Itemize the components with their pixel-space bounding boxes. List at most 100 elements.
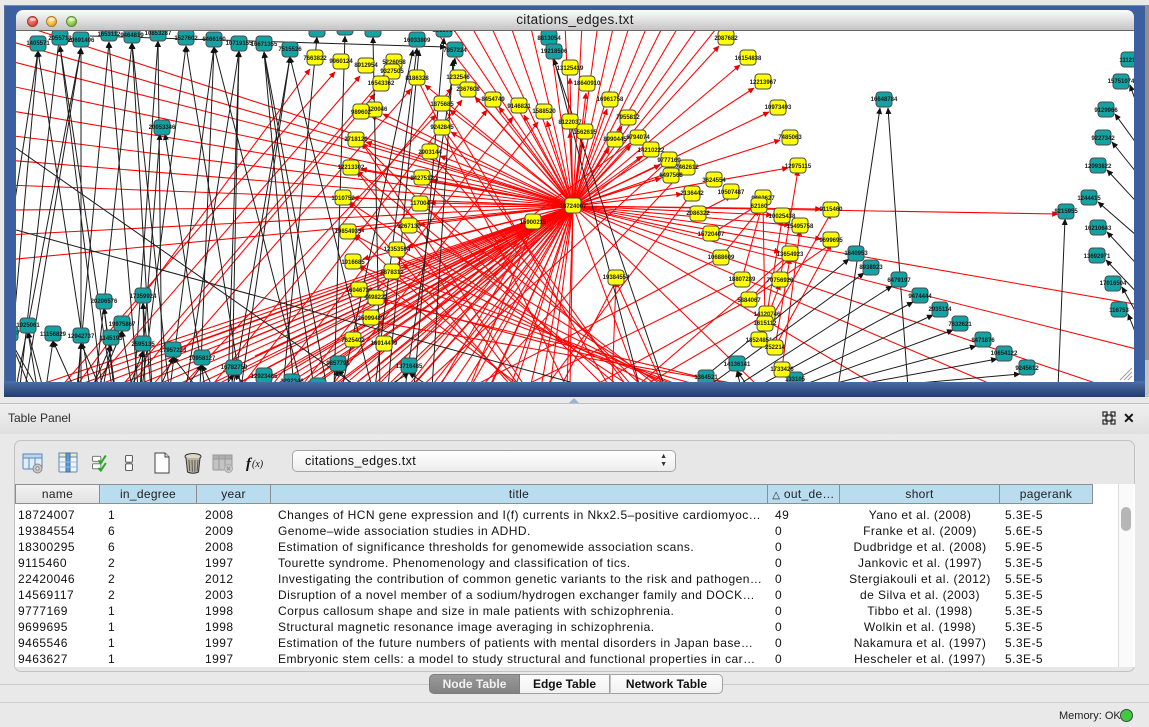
svg-text:2903144: 2903144 — [418, 150, 442, 156]
svg-text:6497568: 6497568 — [659, 173, 683, 179]
svg-text:1244415: 1244415 — [1077, 196, 1101, 202]
svg-text:10025438: 10025438 — [769, 214, 796, 220]
svg-text:12213967: 12213967 — [750, 80, 777, 86]
svg-text:8813054: 8813054 — [432, 31, 456, 34]
svg-text:14210222: 14210222 — [638, 148, 665, 154]
svg-text:5884067: 5884067 — [737, 298, 761, 304]
svg-text:133105: 133105 — [785, 377, 806, 382]
svg-text:70756928: 70756928 — [767, 278, 794, 284]
svg-text:20206576: 20206576 — [91, 299, 118, 305]
svg-text:3267130: 3267130 — [397, 224, 421, 230]
svg-text:16914479: 16914479 — [371, 341, 398, 347]
svg-text:19384554: 19384554 — [603, 275, 630, 281]
svg-text:7632621: 7632621 — [948, 322, 972, 328]
svg-text:12213302: 12213302 — [338, 165, 365, 171]
svg-text:9129966: 9129966 — [1094, 108, 1118, 114]
svg-text:7625402: 7625402 — [341, 338, 365, 344]
svg-text:16033809: 16033809 — [404, 38, 431, 44]
svg-text:1588520: 1588520 — [532, 109, 556, 115]
svg-text:2086322: 2086322 — [686, 211, 710, 217]
svg-text:8215955: 8215955 — [1054, 209, 1078, 215]
svg-text:14136141: 14136141 — [724, 362, 751, 368]
svg-text:(x): (x) — [252, 459, 264, 470]
svg-text:9242845: 9242845 — [430, 125, 454, 131]
svg-text:10507487: 10507487 — [718, 190, 745, 196]
svg-text:252214: 252214 — [765, 345, 786, 351]
svg-text:1653112: 1653112 — [97, 32, 121, 38]
svg-text:9146821: 9146821 — [507, 104, 531, 110]
svg-text:3624554: 3624554 — [702, 178, 726, 184]
svg-text:19854935: 19854935 — [335, 229, 362, 235]
svg-text:11156829: 11156829 — [40, 332, 67, 338]
svg-text:13716485: 13716485 — [396, 364, 423, 370]
svg-text:17016504: 17016504 — [1100, 281, 1127, 287]
svg-text:4498222: 4498222 — [364, 295, 388, 301]
svg-text:1562615: 1562615 — [573, 130, 597, 136]
svg-text:15495758: 15495758 — [787, 224, 814, 230]
svg-text:111216: 111216 — [1119, 58, 1134, 64]
svg-text:16648784: 16648784 — [871, 97, 898, 103]
svg-text:1916685: 1916685 — [341, 260, 365, 266]
svg-text:9131548: 9131548 — [305, 31, 329, 33]
svg-text:391537: 391537 — [16, 331, 21, 337]
svg-text:16210643: 16210643 — [1085, 226, 1112, 232]
svg-text:16936606: 16936606 — [360, 31, 387, 33]
svg-text:10958127: 10958127 — [189, 356, 216, 362]
svg-text:8813054: 8813054 — [537, 36, 561, 42]
svg-text:15751074: 15751074 — [1108, 79, 1134, 85]
svg-text:18640910: 18640910 — [574, 81, 601, 87]
svg-text:12923465: 12923465 — [251, 374, 278, 380]
svg-text:10853287: 10853287 — [145, 31, 172, 37]
svg-text:1405571: 1405571 — [26, 41, 50, 47]
svg-text:1875685: 1875685 — [430, 102, 454, 108]
svg-text:9960124: 9960124 — [329, 59, 353, 65]
svg-text:18807289: 18807289 — [729, 277, 756, 283]
svg-text:7515526: 7515526 — [278, 47, 302, 53]
svg-text:19975867: 19975867 — [109, 322, 136, 328]
svg-text:16671355: 16671355 — [251, 42, 278, 48]
svg-text:16543362: 16543362 — [368, 81, 395, 87]
svg-text:1527602: 1527602 — [174, 36, 198, 42]
svg-text:9327505: 9327505 — [380, 69, 404, 75]
svg-text:1292346: 1292346 — [280, 379, 304, 382]
svg-text:20691406: 20691406 — [68, 38, 95, 44]
svg-text:1010752: 1010752 — [331, 196, 355, 202]
svg-text:6479197: 6479197 — [887, 278, 911, 284]
svg-text:1925061: 1925061 — [16, 323, 40, 329]
svg-text:13692971: 13692971 — [1084, 254, 1111, 260]
svg-text:10973493: 10973493 — [765, 105, 792, 111]
svg-text:8471876: 8471876 — [971, 338, 995, 344]
svg-text:13125419: 13125419 — [557, 66, 584, 72]
svg-text:1733426: 1733426 — [770, 367, 794, 373]
svg-text:13654923: 13654923 — [777, 252, 804, 258]
svg-text:9777169: 9777169 — [657, 158, 681, 164]
svg-text:9699695: 9699695 — [819, 238, 843, 244]
svg-text:10688609: 10688609 — [708, 255, 735, 261]
svg-text:7485063: 7485063 — [778, 135, 802, 141]
svg-text:8878312: 8878312 — [380, 270, 404, 276]
svg-text:1364521: 1364521 — [694, 375, 718, 381]
svg-text:62160: 62160 — [751, 204, 768, 210]
svg-text:8454749: 8454749 — [481, 97, 505, 103]
svg-text:1145193: 1145193 — [99, 336, 123, 342]
svg-text:8938923: 8938923 — [859, 265, 883, 271]
svg-text:7663822: 7663822 — [303, 56, 327, 62]
svg-text:20053346: 20053346 — [149, 125, 176, 131]
svg-text:2935114: 2935114 — [928, 307, 952, 313]
svg-text:10719155: 10719155 — [226, 41, 253, 47]
svg-text:18724007: 18724007 — [560, 204, 587, 210]
svg-text:1232546: 1232546 — [446, 75, 470, 81]
svg-text:2595135: 2595135 — [131, 342, 155, 348]
svg-text:15900215: 15900215 — [520, 220, 547, 226]
svg-text:12093822: 12093822 — [1085, 164, 1112, 170]
svg-text:2136442: 2136442 — [680, 191, 704, 197]
svg-text:1065271: 1065271 — [333, 31, 357, 32]
svg-text:12353594: 12353594 — [384, 247, 411, 253]
svg-text:6794074: 6794074 — [626, 135, 650, 141]
svg-text:1615112: 1615112 — [753, 321, 777, 327]
svg-text:9857791: 9857791 — [326, 361, 350, 367]
svg-text:16961758: 16961758 — [597, 97, 624, 103]
svg-text:8990445: 8990445 — [603, 137, 627, 143]
svg-text:9464819: 9464819 — [120, 33, 144, 39]
svg-text:117004: 117004 — [410, 201, 430, 207]
